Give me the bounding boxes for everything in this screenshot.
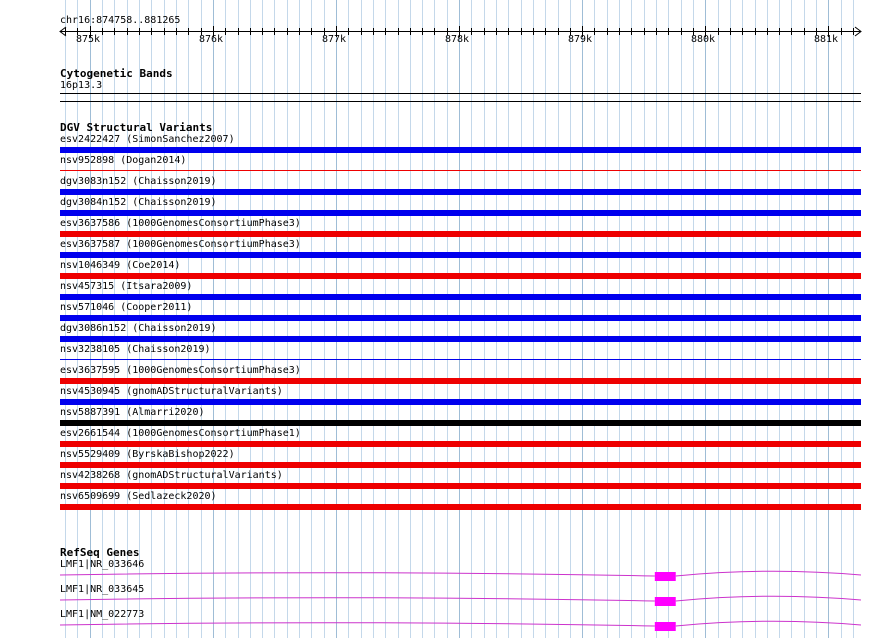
refseq-gene-model[interactable] xyxy=(0,0,890,638)
refseq-intron-line xyxy=(59,620,862,627)
refseq-exon-block xyxy=(654,622,676,631)
genome-browser-view: chr16:874758..881265 875k 876k 877k 878k 879… xyxy=(0,0,890,638)
